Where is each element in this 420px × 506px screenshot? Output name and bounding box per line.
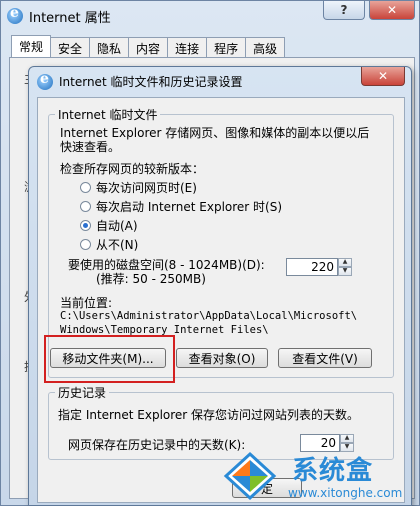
tab-connections[interactable]: 连接 (167, 37, 208, 59)
view-objects-button[interactable]: 查看对象(O) (176, 348, 268, 368)
radio-every-visit[interactable]: 每次访问网页时(E) (80, 179, 197, 196)
radio-automatic[interactable]: 自动(A) (80, 217, 138, 234)
outer-tab-strip: 常规 安全 隐私 内容 连接 程序 高级 (11, 35, 286, 59)
stepper-buttons: ▲ ▼ (338, 258, 352, 276)
tab-security[interactable]: 安全 (50, 37, 91, 59)
stepper-up-icon[interactable]: ▲ (340, 434, 354, 443)
stepper-down-icon[interactable]: ▼ (338, 267, 352, 276)
check-versions-label: 检查所存网页的较新版本： (60, 162, 205, 176)
view-files-button[interactable]: 查看文件(V) (278, 348, 372, 368)
current-location-path: C:\Users\Administrator\AppData\Local\Mic… (60, 310, 358, 322)
stepper-up-icon[interactable]: ▲ (338, 258, 352, 267)
outer-title-bar: Internet 属性 (7, 5, 111, 27)
outer-caption-buttons: ? ✕ (323, 1, 415, 20)
watermark-url: www.xitonghe.com (288, 486, 403, 500)
tab-programs[interactable]: 程序 (206, 37, 247, 59)
ie-icon (37, 71, 53, 90)
radio-label: 自动(A) (96, 219, 138, 233)
dialog-title: Internet 临时文件和历史记录设置 (59, 75, 243, 89)
highlight-annotation (44, 335, 175, 383)
radio-button (80, 201, 91, 212)
history-desc: 指定 Internet Explorer 保存您访问过网站列表的天数。 (58, 408, 360, 422)
tab-privacy[interactable]: 隐私 (89, 37, 130, 59)
radio-label: 每次启动 Internet Explorer 时(S) (96, 200, 283, 214)
outer-close-button[interactable]: ✕ (369, 1, 415, 20)
history-days-label: 网页保存在历史记录中的天数(K): (68, 438, 246, 452)
disk-space-stepper[interactable]: 220 ▲ ▼ (286, 258, 352, 276)
tab-advanced[interactable]: 高级 (245, 37, 286, 59)
watermark-logo-icon (223, 451, 277, 501)
history-legend: 历史记录 (58, 386, 107, 400)
temp-files-history-dialog: Internet 临时文件和历史记录设置 ✕ Internet 临时文件 Int… (28, 66, 412, 506)
current-location-label: 当前位置: (60, 296, 113, 310)
outer-window-title: Internet 属性 (29, 10, 111, 26)
radio-button-selected (80, 220, 91, 231)
radio-button (80, 239, 91, 250)
watermark: 系统盒 www.xitonghe.com (222, 446, 418, 504)
dialog-body: Internet 临时文件 Internet Explorer 存储网页、图像和… (37, 97, 405, 503)
radio-every-start[interactable]: 每次启动 Internet Explorer 时(S) (80, 198, 282, 215)
dialog-close-button[interactable]: ✕ (361, 67, 405, 86)
watermark-brand: 系统盒 (292, 456, 374, 486)
tab-general[interactable]: 常规 (11, 35, 52, 59)
disk-space-hint: (推荐: 50 - 250MB) (96, 272, 206, 286)
radio-never[interactable]: 从不(N) (80, 236, 138, 253)
radio-button (80, 182, 91, 193)
radio-label: 每次访问网页时(E) (96, 181, 197, 195)
radio-label: 从不(N) (96, 238, 139, 252)
tab-content[interactable]: 内容 (128, 37, 169, 59)
temp-files-legend: Internet 临时文件 (58, 108, 158, 122)
disk-space-input[interactable]: 220 (286, 258, 338, 276)
ie-icon (7, 5, 23, 24)
dialog-title-bar: Internet 临时文件和历史记录设置 (37, 71, 243, 90)
temp-files-desc-2: 快速查看。 (60, 140, 121, 154)
help-button[interactable]: ? (323, 1, 365, 20)
